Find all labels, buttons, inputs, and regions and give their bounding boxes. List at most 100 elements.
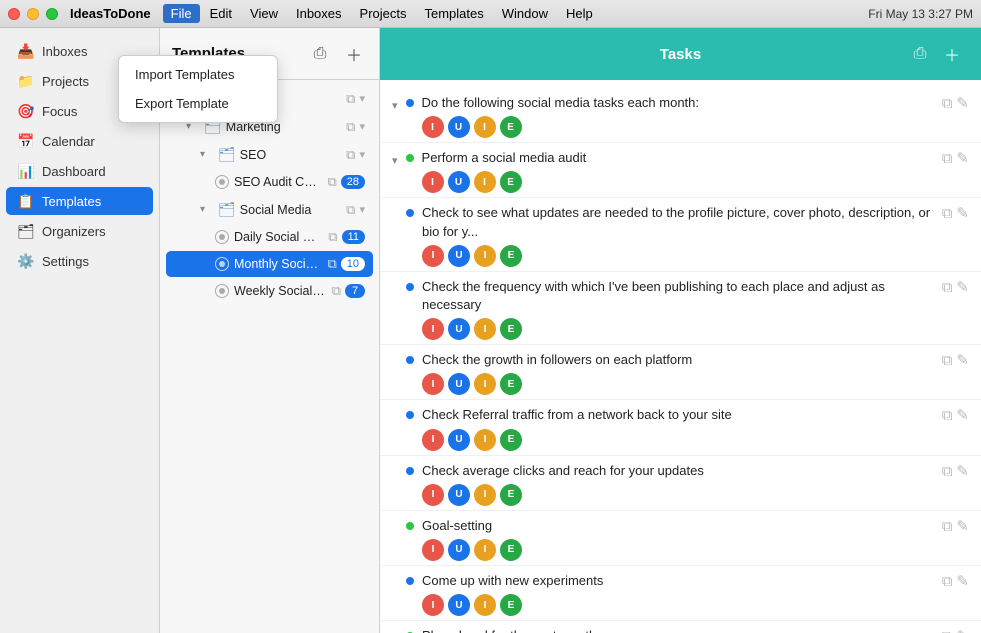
import-templates-item[interactable]: Import Templates	[119, 60, 277, 89]
task-edit-button[interactable]: ✎	[956, 353, 969, 368]
task-actions: ⧉ ✎	[942, 96, 969, 111]
task-copy-button[interactable]: ⧉	[942, 280, 953, 295]
tasks-list: ▾ Do the following social media tasks ea…	[380, 80, 981, 633]
menu-templates[interactable]: Templates	[417, 4, 492, 23]
task-copy-button[interactable]: ⧉	[942, 464, 953, 479]
avatar: U	[448, 318, 470, 340]
avatar: U	[448, 484, 470, 506]
task-actions: ⧉ ✎	[942, 206, 969, 221]
avatar: I	[474, 594, 496, 616]
task-edit-button[interactable]: ✎	[956, 96, 969, 111]
tree-label-weekly-social: Weekly Social M...	[234, 284, 328, 298]
task-edit-button[interactable]: ✎	[956, 574, 969, 589]
menu-help[interactable]: Help	[558, 4, 601, 23]
task-avatars: I U I E	[422, 171, 934, 193]
task-content: Goal-setting I U I E	[422, 517, 934, 561]
templates-share-button[interactable]: ⎙	[307, 41, 333, 67]
tree-item-monthly-social[interactable]: Monthly Social M... ⧉ 10	[166, 251, 373, 277]
tree-item-seo[interactable]: ▾ 🗂 SEO ⧉ ▾	[166, 141, 373, 168]
task-actions: ⧉ ✎	[942, 464, 969, 479]
copy-icon: ⧉	[346, 119, 355, 135]
badge-seo-audit: 28	[341, 175, 365, 189]
task-edit-button[interactable]: ✎	[956, 408, 969, 423]
templates-add-button[interactable]: ＋	[341, 41, 367, 67]
task-edit-button[interactable]: ✎	[956, 464, 969, 479]
task-text: Plan ahead for the next month	[422, 627, 934, 633]
avatar: I	[474, 373, 496, 395]
collapse-icon[interactable]: ▾	[392, 99, 398, 112]
menu-projects[interactable]: Projects	[352, 4, 415, 23]
task-edit-button[interactable]: ✎	[956, 151, 969, 166]
task-text: Check to see what updates are needed to …	[422, 204, 934, 240]
folder-icon: 🗂	[218, 201, 236, 218]
avatar: U	[448, 245, 470, 267]
tree-item-daily-social[interactable]: Daily Social Medi... ⧉ 11	[166, 224, 373, 250]
sidebar-item-dashboard[interactable]: 📊 Dashboard	[6, 157, 153, 185]
tasks-panel-title: Tasks	[588, 46, 772, 63]
menu-file[interactable]: File	[163, 4, 200, 23]
tasks-add-button[interactable]: ＋	[939, 41, 965, 67]
sidebar-item-settings[interactable]: ⚙️ Settings	[6, 247, 153, 275]
avatar: I	[474, 318, 496, 340]
tree-label-seo-audit: SEO Audit Check...	[234, 175, 323, 189]
task-copy-button[interactable]: ⧉	[942, 353, 953, 368]
task-row: Come up with new experiments I U I E ⧉ ✎	[380, 566, 981, 621]
copy-icon: ⧉	[328, 229, 337, 245]
task-actions: ⧉ ✎	[942, 353, 969, 368]
focus-icon: 🎯	[18, 103, 34, 119]
avatar: I	[422, 171, 444, 193]
menu-edit[interactable]: Edit	[202, 4, 240, 23]
folder-icon: 🗂	[218, 146, 236, 163]
task-edit-button[interactable]: ✎	[956, 519, 969, 534]
task-copy-button[interactable]: ⧉	[942, 151, 953, 166]
menu-bar: File Edit View Inboxes Projects Template…	[163, 4, 869, 23]
task-avatars: I U I E	[422, 429, 934, 451]
task-content: Plan ahead for the next month I U I E	[422, 627, 934, 633]
task-dot	[406, 356, 414, 364]
maximize-button[interactable]	[46, 8, 58, 20]
menu-view[interactable]: View	[242, 4, 286, 23]
sidebar-item-templates[interactable]: 📋 Templates	[6, 187, 153, 215]
export-template-item[interactable]: Export Template	[119, 89, 277, 118]
sidebar-item-organizers[interactable]: 🗂 Organizers	[6, 217, 153, 245]
task-copy-button[interactable]: ⧉	[942, 574, 953, 589]
collapse-icon[interactable]: ▾	[392, 154, 398, 167]
task-dot	[406, 467, 414, 475]
task-edit-button[interactable]: ✎	[956, 206, 969, 221]
template-icon	[214, 283, 230, 299]
task-copy-button[interactable]: ⧉	[942, 206, 953, 221]
avatar: I	[474, 484, 496, 506]
task-content: Check the frequency with which I've been…	[422, 278, 934, 340]
template-icon	[214, 174, 230, 190]
titlebar: IdeasToDone File Edit View Inboxes Proje…	[0, 0, 981, 28]
task-actions: ⧉ ✎	[942, 280, 969, 295]
minimize-button[interactable]	[27, 8, 39, 20]
tree-label-daily-social: Daily Social Medi...	[234, 230, 324, 244]
task-copy-button[interactable]: ⧉	[942, 519, 953, 534]
task-actions: ⧉ ✎	[942, 629, 969, 633]
task-edit-button[interactable]: ✎	[956, 629, 969, 633]
task-copy-button[interactable]: ⧉	[942, 96, 953, 111]
task-copy-button[interactable]: ⧉	[942, 408, 953, 423]
task-edit-button[interactable]: ✎	[956, 280, 969, 295]
task-avatars: I U I E	[422, 373, 934, 395]
task-text: Check the growth in followers on each pl…	[422, 351, 934, 369]
task-dot	[406, 577, 414, 585]
avatar: U	[448, 539, 470, 561]
menu-inboxes[interactable]: Inboxes	[288, 4, 350, 23]
tree-item-seo-audit[interactable]: SEO Audit Check... ⧉ 28	[166, 169, 373, 195]
task-copy-button[interactable]: ⧉	[942, 629, 953, 633]
sidebar-item-calendar[interactable]: 📅 Calendar	[6, 127, 153, 155]
avatar: E	[500, 539, 522, 561]
tree-item-social-media[interactable]: ▾ 🗂 Social Media ⧉ ▾	[166, 196, 373, 223]
task-row: Check average clicks and reach for your …	[380, 456, 981, 511]
organizers-icon: 🗂	[18, 223, 34, 239]
close-button[interactable]	[8, 8, 20, 20]
tree-item-weekly-social[interactable]: Weekly Social M... ⧉ 7	[166, 278, 373, 304]
task-avatars: I U I E	[422, 245, 934, 267]
tasks-share-button[interactable]: ⎙	[907, 41, 933, 67]
avatar: E	[500, 245, 522, 267]
calendar-icon: 📅	[18, 133, 34, 149]
avatar: I	[474, 116, 496, 138]
menu-window[interactable]: Window	[494, 4, 556, 23]
